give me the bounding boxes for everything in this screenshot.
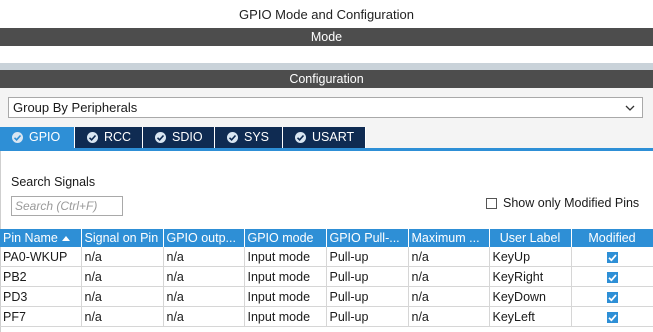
cell-pin: PD3 — [0, 286, 82, 307]
search-signals-label: Search Signals — [11, 175, 96, 189]
configuration-section-header[interactable]: Configuration — [0, 70, 653, 88]
check-circle-icon — [227, 132, 238, 143]
tab-sdio[interactable]: SDIO — [143, 127, 215, 148]
cell-pull: Pull-up — [326, 266, 409, 287]
tab-usart[interactable]: USART — [283, 127, 366, 148]
cell-pin: PA0-WKUP — [0, 247, 82, 267]
column-header-gpio-pull[interactable]: GPIO Pull-... — [326, 229, 409, 247]
cell-signal: n/a — [81, 306, 164, 327]
column-header-maximum[interactable]: Maximum ... — [408, 229, 490, 247]
cell-mode: Input mode — [244, 306, 327, 327]
cell-maximum: n/a — [408, 306, 490, 327]
tab-sys[interactable]: SYS — [215, 127, 283, 148]
cell-signal: n/a — [81, 266, 164, 287]
column-header-user-label[interactable]: User Label — [489, 229, 572, 247]
cell-pull: Pull-up — [326, 286, 409, 307]
window-title: GPIO Mode and Configuration — [239, 7, 414, 22]
cell-maximum: n/a — [408, 266, 490, 287]
cell-output: n/a — [163, 286, 245, 307]
table-row[interactable]: PB2 n/a n/a Input mode Pull-up n/a KeyRi… — [0, 266, 653, 287]
cell-signal: n/a — [81, 286, 164, 307]
column-header-signal[interactable]: Signal on Pin — [81, 229, 164, 247]
check-circle-icon — [12, 132, 23, 143]
column-header-label: Pin Name — [3, 231, 58, 245]
cell-mode: Input mode — [244, 247, 327, 267]
check-circle-icon — [295, 132, 306, 143]
column-header-pin-name[interactable]: Pin Name — [0, 229, 82, 247]
checked-checkbox-icon[interactable] — [606, 271, 618, 283]
cell-user-label: KeyRight — [489, 266, 572, 287]
cell-mode: Input mode — [244, 286, 327, 307]
cell-signal: n/a — [81, 247, 164, 267]
tab-label: RCC — [104, 130, 132, 144]
cell-pull: Pull-up — [326, 247, 409, 267]
cell-pin: PF7 — [0, 306, 82, 327]
chevron-down-icon — [625, 105, 635, 111]
cell-maximum: n/a — [408, 247, 490, 267]
table-row[interactable]: PF7 n/a n/a Input mode Pull-up n/a KeyLe… — [0, 306, 653, 327]
checked-checkbox-icon[interactable] — [606, 291, 618, 303]
show-modified-only-toggle[interactable]: Show only Modified Pins — [486, 196, 639, 210]
cell-pull: Pull-up — [326, 306, 409, 327]
group-by-select[interactable]: Group By Peripherals — [8, 97, 643, 118]
cell-maximum: n/a — [408, 286, 490, 307]
column-header-gpio-output[interactable]: GPIO outp... — [163, 229, 245, 247]
search-signals-input[interactable] — [11, 196, 123, 216]
cell-output: n/a — [163, 247, 245, 267]
pin-configuration-table: Pin Name Signal on Pin GPIO outp... GPIO… — [0, 229, 653, 327]
tab-label: USART — [312, 130, 355, 144]
show-modified-only-label: Show only Modified Pins — [503, 196, 640, 210]
checked-checkbox-icon[interactable] — [606, 251, 618, 263]
cell-user-label: KeyDown — [489, 286, 572, 307]
peripheral-tabs: GPIO RCC SDIO SYS USART — [0, 127, 366, 148]
cell-modified[interactable] — [571, 306, 653, 327]
column-header-gpio-mode[interactable]: GPIO mode — [244, 229, 327, 247]
tab-gpio[interactable]: GPIO — [0, 127, 75, 148]
cell-mode: Input mode — [244, 266, 327, 287]
cell-pin: PB2 — [0, 266, 82, 287]
cell-modified[interactable] — [571, 286, 653, 307]
cell-modified[interactable] — [571, 247, 653, 267]
tab-rcc[interactable]: RCC — [75, 127, 143, 148]
cell-output: n/a — [163, 266, 245, 287]
check-circle-icon — [155, 132, 166, 143]
table-header-row: Pin Name Signal on Pin GPIO outp... GPIO… — [0, 229, 653, 247]
cell-user-label: KeyLeft — [489, 306, 572, 327]
table-row[interactable]: PA0-WKUP n/a n/a Input mode Pull-up n/a … — [0, 247, 653, 267]
table-row[interactable]: PD3 n/a n/a Input mode Pull-up n/a KeyDo… — [0, 286, 653, 307]
cell-output: n/a — [163, 306, 245, 327]
section-divider — [0, 63, 653, 70]
show-modified-only-checkbox[interactable] — [486, 197, 497, 209]
tab-label: SDIO — [172, 130, 203, 144]
checked-checkbox-icon[interactable] — [606, 311, 618, 323]
cell-user-label: KeyUp — [489, 247, 572, 267]
tab-label: SYS — [244, 130, 270, 144]
cell-modified[interactable] — [571, 266, 653, 287]
sort-ascending-icon — [61, 236, 70, 242]
column-header-modified[interactable]: Modified — [571, 229, 653, 247]
check-circle-icon — [87, 132, 98, 143]
mode-section-header[interactable]: Mode — [0, 28, 653, 46]
tab-label: GPIO — [29, 130, 61, 144]
group-by-value: Group By Peripherals — [13, 100, 138, 115]
